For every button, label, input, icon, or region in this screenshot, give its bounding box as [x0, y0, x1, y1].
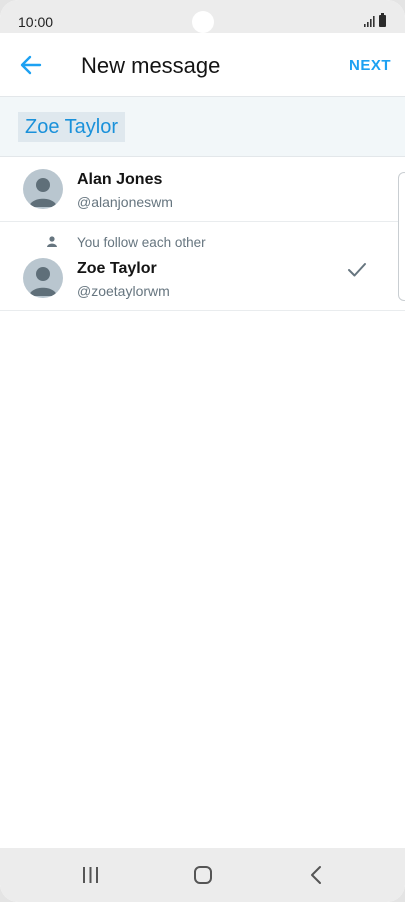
scroll-indicator[interactable]	[398, 172, 405, 301]
recipients-field[interactable]: Zoe Taylor	[0, 97, 405, 157]
person-icon	[47, 236, 57, 247]
recent-apps-icon[interactable]	[82, 867, 99, 883]
battery-icon	[379, 13, 386, 27]
contact-handle: @zoetaylorwm	[77, 283, 170, 299]
back-icon[interactable]	[310, 865, 322, 885]
avatar	[23, 258, 63, 298]
contact-handle: @alanjoneswm	[77, 194, 173, 210]
list-item[interactable]: You follow each other Zoe Taylor @zoetay…	[0, 222, 405, 311]
status-bar: 10:00	[0, 0, 405, 33]
phone-screen: 10:00 New message NEXT Zoe Taylor Alan J…	[0, 0, 405, 902]
status-time: 10:00	[18, 14, 54, 30]
contact-name: Zoe Taylor	[77, 260, 157, 277]
signal-icon	[364, 16, 375, 27]
checkmark-icon	[348, 263, 366, 277]
social-context: You follow each other	[77, 235, 206, 250]
system-nav-bar	[0, 848, 405, 902]
recipient-chip[interactable]: Zoe Taylor	[18, 112, 126, 142]
default-avatar-icon	[29, 267, 57, 296]
camera-cutout	[192, 11, 214, 33]
page-title: New message	[81, 53, 221, 78]
contact-name: Alan Jones	[77, 171, 163, 188]
app-header: New message NEXT	[0, 33, 405, 97]
arrow-left-icon[interactable]	[18, 53, 44, 77]
contact-list: Alan Jones @alanjoneswm You follow each …	[0, 157, 405, 311]
home-icon[interactable]	[194, 866, 212, 884]
default-avatar-icon	[29, 178, 57, 207]
list-item[interactable]: Alan Jones @alanjoneswm	[0, 157, 405, 222]
next-button[interactable]: NEXT	[349, 57, 391, 74]
avatar	[23, 169, 63, 209]
